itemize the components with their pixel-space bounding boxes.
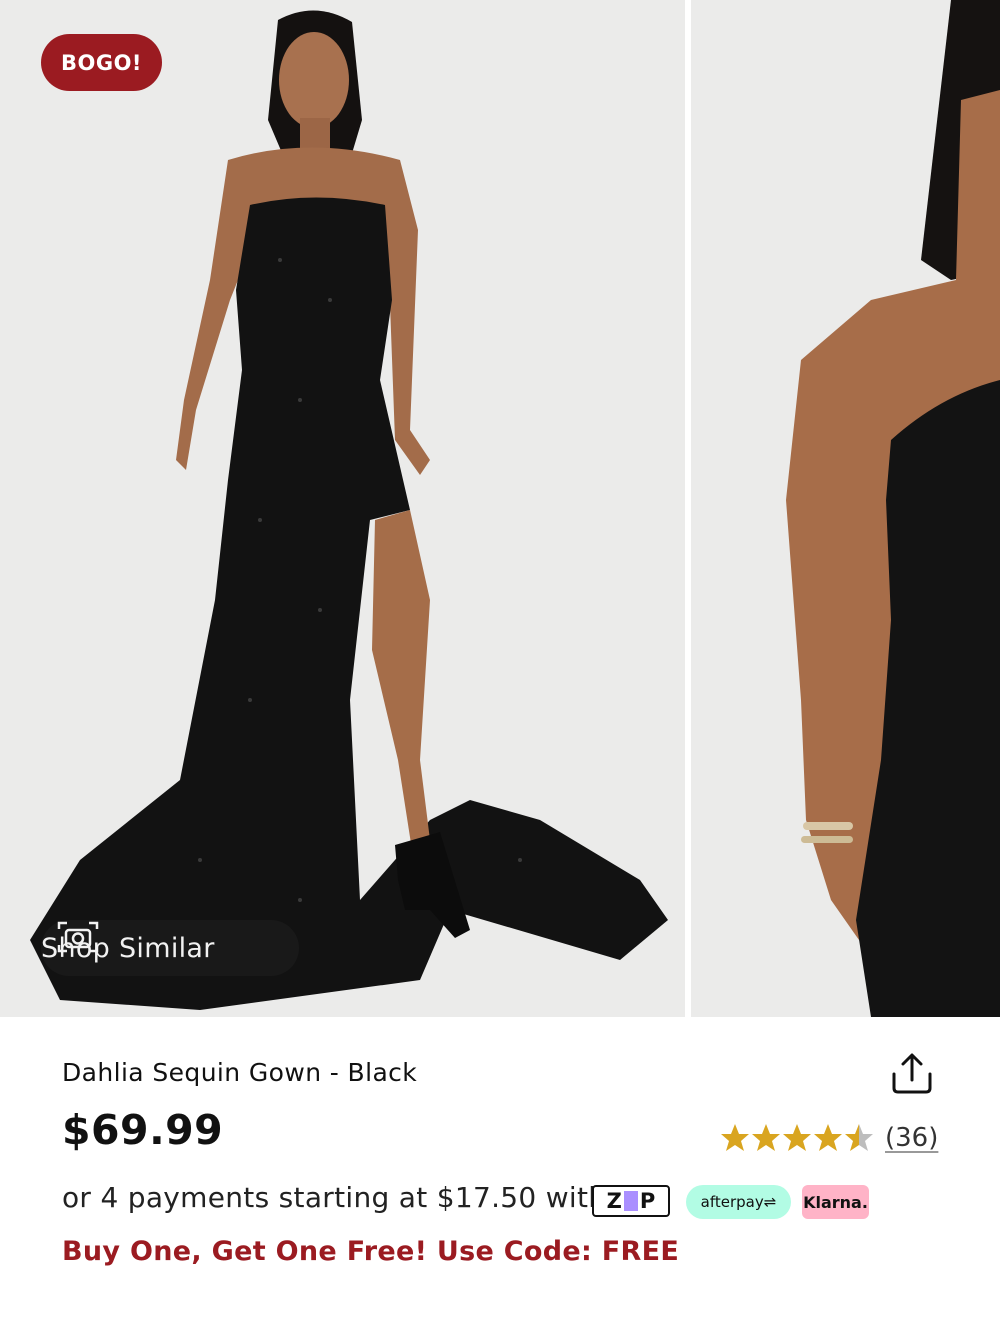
star-icon [845, 1124, 873, 1151]
bogo-badge: BOGO! [41, 34, 162, 91]
product-rating[interactable]: (36) [720, 1120, 938, 1156]
zip-logo-tail: P [639, 1189, 656, 1213]
share-icon[interactable] [888, 1050, 936, 1098]
product-image-main[interactable]: BOGO! Shop Similar [0, 0, 685, 1017]
star-icon [783, 1124, 811, 1151]
product-price: $69.99 [62, 1106, 224, 1154]
star-icon [814, 1124, 842, 1151]
product-title: Dahlia Sequin Gown - Black [62, 1058, 418, 1087]
zip-logo-letter: Z [606, 1189, 622, 1213]
zip-logo-mark [623, 1191, 638, 1211]
promo-text: Buy One, Get One Free! Use Code: FREE [62, 1236, 680, 1267]
zip-pay-badge[interactable]: Z P [592, 1185, 670, 1217]
camera-icon [57, 921, 99, 953]
star-icon [752, 1124, 780, 1151]
product-image-secondary[interactable] [691, 0, 1000, 1017]
afterpay-badge[interactable]: afterpay⇌ [686, 1185, 791, 1219]
shop-similar-button[interactable]: Shop Similar [41, 920, 299, 976]
model-in-gown-image [0, 0, 685, 1017]
review-count-link[interactable]: (36) [885, 1123, 938, 1153]
installments-text: or 4 payments starting at $17.50 with [62, 1181, 607, 1214]
product-image-gallery[interactable]: BOGO! Shop Similar [0, 0, 1000, 1017]
klarna-badge[interactable]: Klarna. [802, 1185, 869, 1219]
star-icon [721, 1124, 749, 1151]
model-closeup-image [691, 0, 1000, 1017]
rating-stars [720, 1123, 875, 1153]
